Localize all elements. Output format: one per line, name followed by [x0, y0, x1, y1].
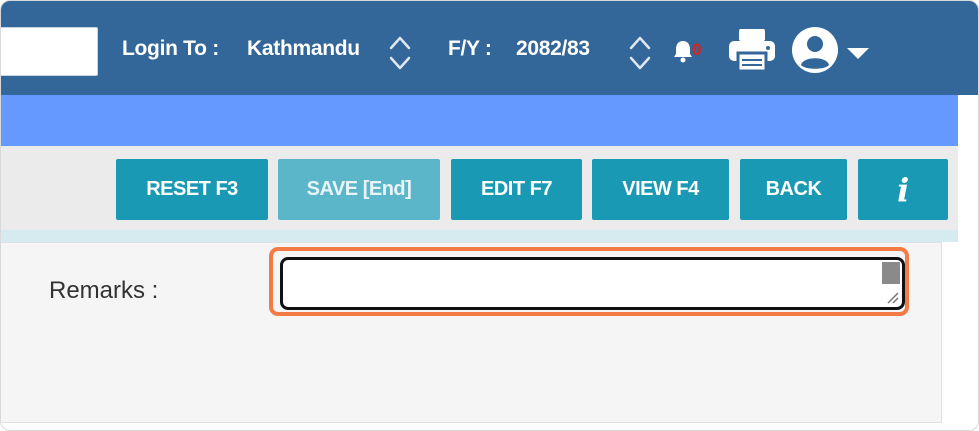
save-button[interactable]: SAVE [End]	[278, 159, 440, 220]
resize-grip-icon[interactable]	[885, 290, 899, 304]
bell-icon[interactable]	[672, 39, 694, 63]
toolbar-divider	[1, 230, 958, 242]
search-input[interactable]	[1, 27, 98, 76]
login-branch[interactable]: Kathmandu	[247, 37, 360, 61]
app-window: Login To : Kathmandu F/Y : 2082/83 0 RES…	[0, 0, 979, 431]
secondary-bar	[1, 95, 958, 146]
fiscal-year-value[interactable]: 2082/83	[516, 37, 590, 61]
top-header: Login To : Kathmandu F/Y : 2082/83 0	[1, 1, 978, 95]
printer-icon[interactable]	[726, 23, 778, 75]
fiscal-year-label: F/Y :	[448, 37, 492, 60]
fiscal-year-chevron-updown-icon[interactable]	[627, 33, 653, 73]
reset-button[interactable]: RESET F3	[116, 159, 268, 220]
info-button[interactable]: i	[858, 159, 948, 220]
edit-button[interactable]: EDIT F7	[451, 159, 582, 220]
notification-count: 0	[692, 40, 702, 59]
back-button[interactable]: BACK	[740, 159, 847, 220]
caret-down-icon[interactable]	[844, 42, 872, 62]
remarks-label: Remarks :	[49, 277, 159, 304]
user-circle-icon[interactable]	[791, 26, 839, 74]
view-button[interactable]: VIEW F4	[592, 159, 729, 220]
login-label: Login To :	[122, 37, 219, 60]
branch-chevron-updown-icon[interactable]	[387, 33, 413, 73]
remarks-textarea[interactable]	[280, 257, 905, 310]
scrollbar-thumb[interactable]	[882, 262, 900, 284]
